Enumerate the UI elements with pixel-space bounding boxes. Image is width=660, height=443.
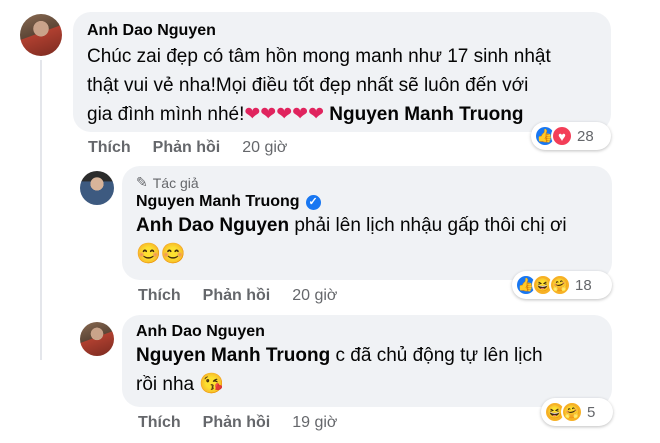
smile-emojis: 😊😊	[136, 243, 186, 265]
heart-emojis: ❤❤❤❤❤	[244, 104, 324, 125]
mention-link[interactable]: Nguyen Manh Truong	[329, 104, 523, 125]
care-reaction-icon: 🤗	[549, 274, 571, 296]
reply-button[interactable]: Phản hồi	[203, 287, 271, 305]
comment-actions: Thích Phản hồi 19 giờ	[138, 414, 337, 432]
reaction-count: 18	[575, 276, 592, 294]
comment-author[interactable]: Anh Dao Nguyen	[87, 22, 597, 40]
kiss-emoji: 😘	[199, 373, 225, 395]
timestamp[interactable]: 20 giờ	[292, 287, 337, 305]
comment-text-line: rồi nha 😘	[136, 370, 598, 399]
reaction-summary[interactable]: 👍 😆 🤗 18	[512, 271, 612, 299]
reaction-count: 28	[577, 127, 594, 145]
comment-bubble: ✎ Tác giả Nguyen Manh Truong ✓ Anh Dao N…	[122, 166, 612, 280]
pencil-icon: ✎	[136, 174, 148, 190]
thread-line	[40, 60, 42, 360]
comment-text: Nguyen Manh Truong c đã chủ động tự lên …	[136, 341, 598, 399]
author-tag: ✎ Tác giả	[136, 174, 598, 191]
reply-button[interactable]: Phản hồi	[153, 139, 221, 157]
avatar[interactable]	[20, 14, 62, 56]
comment-bubble: Anh Dao Nguyen Chúc zai đẹp có tâm hồn m…	[73, 12, 611, 132]
like-button[interactable]: Thích	[88, 139, 131, 157]
comment-author[interactable]: Nguyen Manh Truong ✓	[136, 193, 598, 211]
comment-text: Chúc zai đẹp có tâm hồn mong manh như 17…	[87, 42, 597, 129]
author-name[interactable]: Nguyen Manh Truong	[136, 193, 300, 211]
mention-link[interactable]: Nguyen Manh Truong	[136, 345, 330, 366]
comment-actions: Thích Phản hồi 20 giờ	[138, 287, 337, 305]
comment-text-line: Anh Dao Nguyen phải lên lịch nhậu gấp th…	[136, 211, 598, 240]
reaction-summary[interactable]: 😆 🤗 5	[541, 398, 613, 426]
reaction-count: 5	[587, 403, 596, 421]
author-name[interactable]: Anh Dao Nguyen	[136, 323, 265, 341]
comment-text-segment: rồi nha	[136, 374, 195, 395]
verified-badge-icon: ✓	[305, 194, 321, 210]
comment-text-segment: phải lên lịch nhậu gấp thôi chị ơi	[294, 215, 567, 236]
mention-link[interactable]: Anh Dao Nguyen	[136, 215, 289, 236]
care-reaction-icon: 🤗	[561, 401, 583, 423]
author-tag-label: Tác giả	[152, 174, 199, 191]
author-name[interactable]: Anh Dao Nguyen	[87, 22, 216, 40]
comment-author[interactable]: Anh Dao Nguyen	[136, 323, 598, 341]
comment-text-line: Chúc zai đẹp có tâm hồn mong manh như 17…	[87, 46, 551, 67]
like-button[interactable]: Thích	[138, 287, 181, 305]
comment-actions: Thích Phản hồi 20 giờ	[88, 139, 287, 157]
comment-text-segment: gia đình mình nhé!	[87, 104, 245, 125]
love-reaction-icon: ♥	[551, 125, 573, 147]
comment-text-line: Nguyen Manh Truong c đã chủ động tự lên …	[136, 341, 598, 370]
comment-text: Anh Dao Nguyen phải lên lịch nhậu gấp th…	[136, 211, 598, 269]
comment-text-segment: c đã chủ động tự lên lịch	[335, 345, 543, 366]
comment-bubble: Anh Dao Nguyen Nguyen Manh Truong c đã c…	[122, 315, 612, 407]
reply-button[interactable]: Phản hồi	[203, 414, 271, 432]
comment-text-line: thật vui vẻ nha!Mọi điều tốt đẹp nhất sẽ…	[87, 75, 529, 96]
reaction-summary[interactable]: 👍 ♥ 28	[531, 122, 611, 150]
comment-text-line: gia đình mình nhé!❤❤❤❤❤ Nguyen Manh Truo…	[87, 100, 597, 129]
timestamp[interactable]: 19 giờ	[292, 414, 337, 432]
like-button[interactable]: Thích	[138, 414, 181, 432]
timestamp[interactable]: 20 giờ	[242, 139, 287, 157]
avatar[interactable]	[80, 171, 114, 205]
avatar[interactable]	[80, 322, 114, 356]
